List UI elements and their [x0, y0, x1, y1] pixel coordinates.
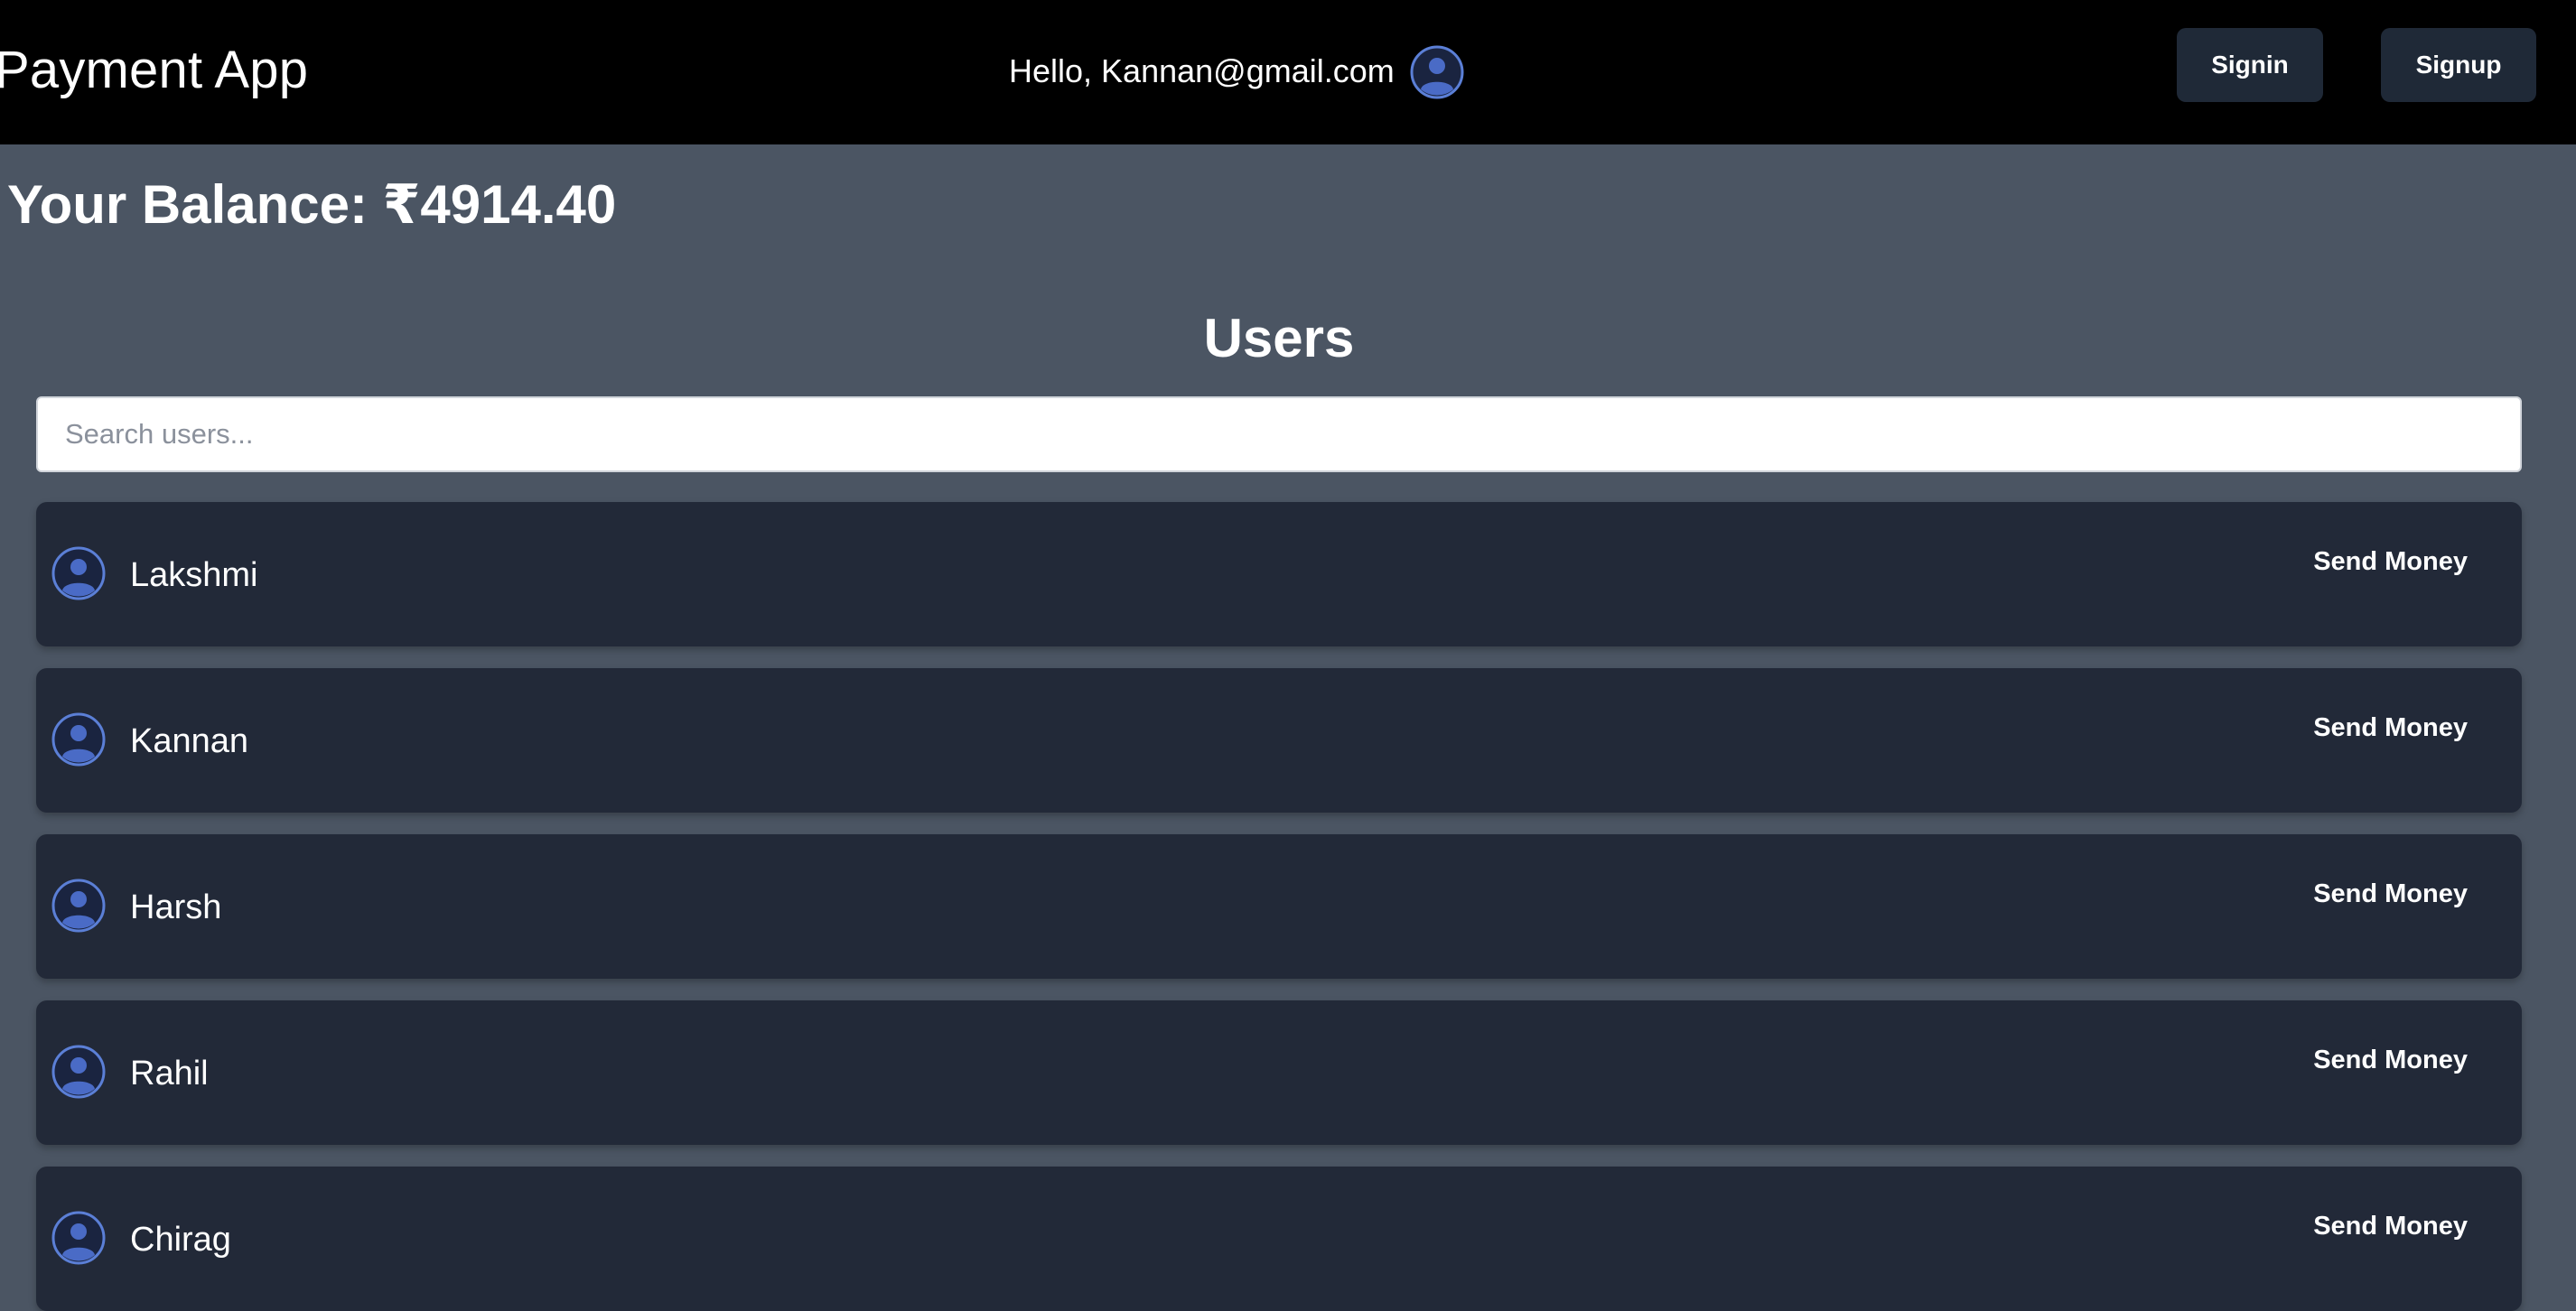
user-avatar-icon — [51, 879, 106, 933]
list-item: Kannan Send Money — [36, 668, 2522, 813]
app-title: Payment App — [0, 41, 309, 99]
send-money-button[interactable]: Send Money — [2313, 1046, 2468, 1075]
user-avatar-icon — [51, 1211, 106, 1265]
send-money-button[interactable]: Send Money — [2313, 879, 2468, 909]
user-avatar-icon — [51, 1045, 106, 1099]
list-item: Lakshmi Send Money — [36, 502, 2522, 646]
user-name: Harsh — [130, 888, 222, 926]
user-avatar-icon[interactable] — [1409, 44, 1465, 100]
list-item: Rahil Send Money — [36, 1000, 2522, 1145]
send-money-button[interactable]: Send Money — [2313, 547, 2468, 577]
user-name: Kannan — [130, 722, 249, 760]
search-input[interactable] — [36, 396, 2522, 472]
user-avatar-icon — [51, 546, 106, 600]
user-name: Rahil — [130, 1055, 209, 1092]
greeting-text: Hello, Kannan@gmail.com — [1009, 52, 1395, 89]
user-name: Chirag — [130, 1221, 231, 1259]
balance-text: Your Balance: ₹4914.40 — [7, 174, 617, 235]
list-item: Harsh Send Money — [36, 834, 2522, 979]
send-money-button[interactable]: Send Money — [2313, 713, 2468, 743]
list-item: Chirag Send Money — [36, 1167, 2522, 1311]
user-avatar-icon — [51, 712, 106, 767]
send-money-button[interactable]: Send Money — [2313, 1212, 2468, 1241]
users-heading: Users — [1203, 308, 1355, 368]
user-name: Lakshmi — [130, 556, 258, 594]
top-navbar: Payment App Hello, Kannan@gmail.com Sign… — [0, 0, 2576, 144]
signup-button[interactable]: Signup — [2381, 28, 2536, 102]
signin-button[interactable]: Signin — [2177, 28, 2323, 102]
